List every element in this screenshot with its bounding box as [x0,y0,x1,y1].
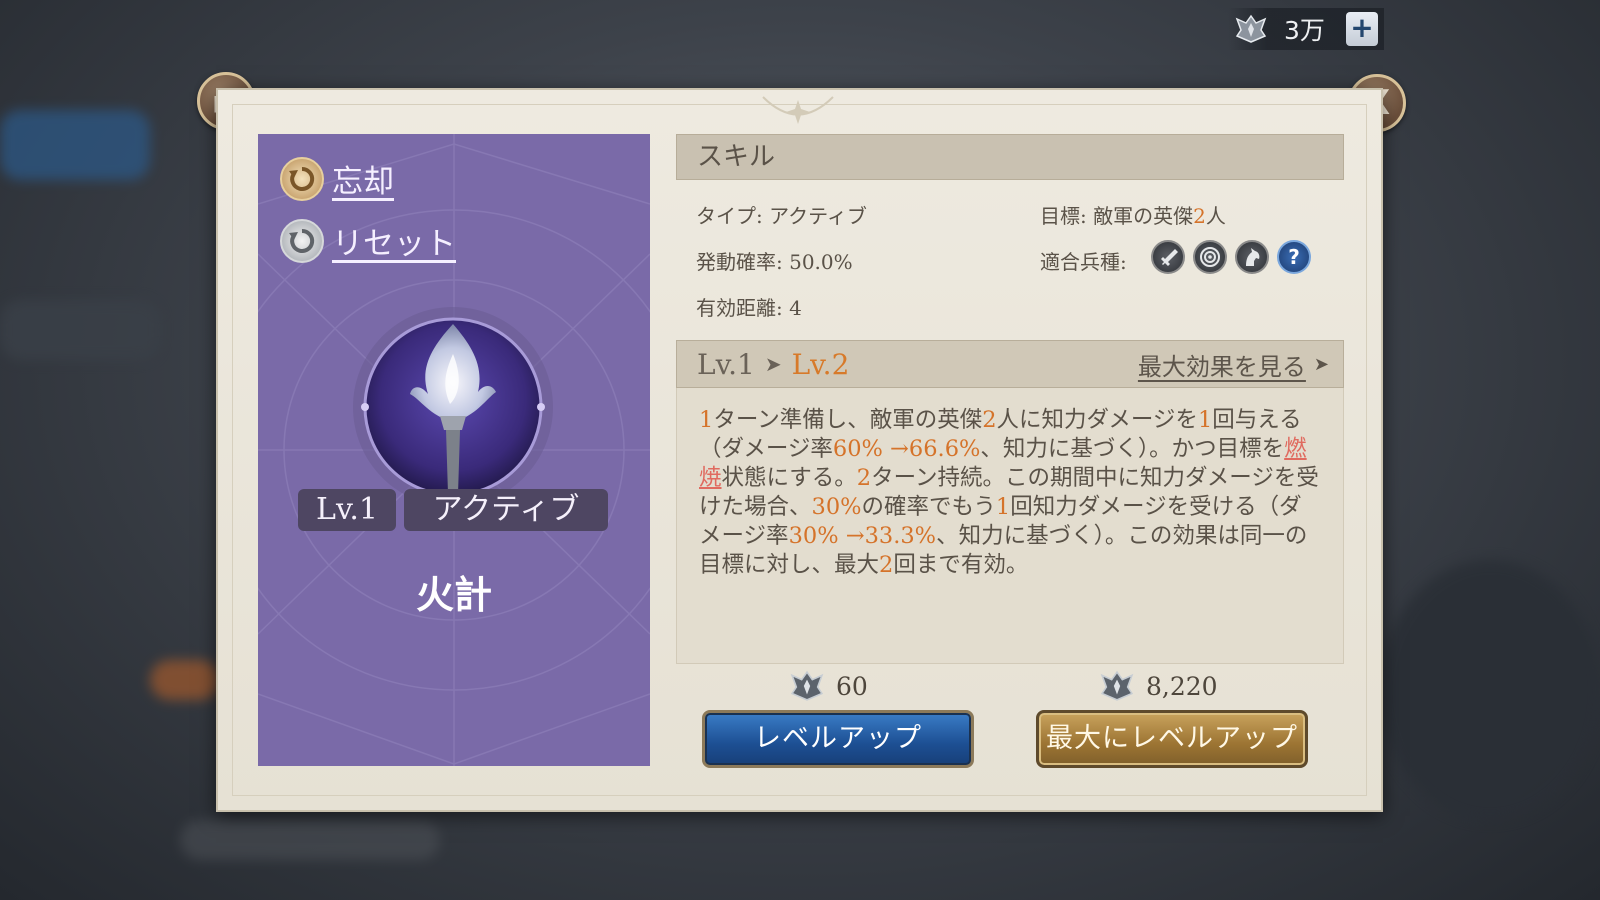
background-panel [0,300,160,360]
troop-type-label: 適合兵種: [1040,250,1127,274]
reset-icon [280,218,324,263]
level-arrow-icon: ➤ [764,352,782,376]
question-icon[interactable]: ? [1277,240,1311,274]
skill-name: 火計 [415,572,492,617]
skill-type-badge: アクティブ [404,489,608,531]
level-to: Lv.2 [791,347,850,381]
troop-type-icons: ? [1151,240,1311,274]
background-panel [180,820,440,860]
skill-section-header: スキル [676,134,1344,180]
max-level-up-cost-value: 8,220 [1146,671,1218,701]
level-bar: Lv.1 ➤ Lv.2 最大効果を見る ➤ [676,340,1344,388]
skill-target-text: 目標: 敵軍の英傑 [1040,204,1194,228]
sword-icon[interactable] [1151,240,1185,274]
background-panel [150,660,220,700]
skill-detail-panel: スキル タイプ: アクティブ 目標: 敵軍の英傑2人 発動確率: 50.0% 適… [676,134,1344,664]
skill-info: タイプ: アクティブ 目標: 敵軍の英傑2人 発動確率: 50.0% 適合兵種:… [676,180,1344,340]
forget-link[interactable]: 忘却 [332,156,394,201]
crest-icon [1100,670,1134,701]
currency-amount: 3万 [1284,16,1325,45]
skill-card: 忘却 リセット Lv.1 アクティブ 火計 [258,134,650,766]
skill-level-badge: Lv.1 [298,489,396,531]
effective-range: 有効距離: 4 [696,296,802,320]
skill-target: 目標: 敵軍の英傑2人 [1040,200,1226,229]
level-from: Lv.1 [697,347,755,381]
forget-action[interactable]: 忘却 [280,156,394,201]
skill-target-count: 2 [1193,204,1206,228]
torch-flame-icon [353,307,553,507]
background-panel [0,110,150,180]
crest-icon [1235,14,1267,43]
horse-icon[interactable] [1235,240,1269,274]
chevron-right-icon: ➤ [1313,353,1329,375]
skill-description: 1ターン準備し、敵軍の英傑2人に知力ダメージを1回与える（ダメージ率60% →6… [676,388,1344,664]
view-max-effect-link[interactable]: 最大効果を見る [1138,347,1306,382]
add-currency-button[interactable]: + [1346,12,1378,46]
reset-link[interactable]: リセット [332,218,456,263]
max-level-up-button[interactable]: 最大にレベルアップ [1036,710,1308,768]
skill-target-unit: 人 [1205,204,1226,228]
forget-icon [280,156,324,201]
background-panel [1380,560,1600,820]
activation-chance: 発動確率: 50.0% [696,250,853,274]
compass-ornament-icon [762,96,834,124]
skill-dialog: 忘却 リセット Lv.1 アクティブ 火計 スキル タイプ: アクティブ 目標:… [216,88,1383,812]
level-up-cost-value: 60 [836,671,868,701]
crest-icon [790,670,824,701]
max-level-up-cost: 8,220 [1098,670,1218,702]
currency-display: 3万 + [1228,8,1384,50]
skill-type: タイプ: アクティブ [696,204,867,228]
bow-target-icon[interactable] [1193,240,1227,274]
reset-action[interactable]: リセット [280,218,456,263]
level-up-button[interactable]: レベルアップ [702,710,974,768]
level-up-cost: 60 [788,670,868,702]
